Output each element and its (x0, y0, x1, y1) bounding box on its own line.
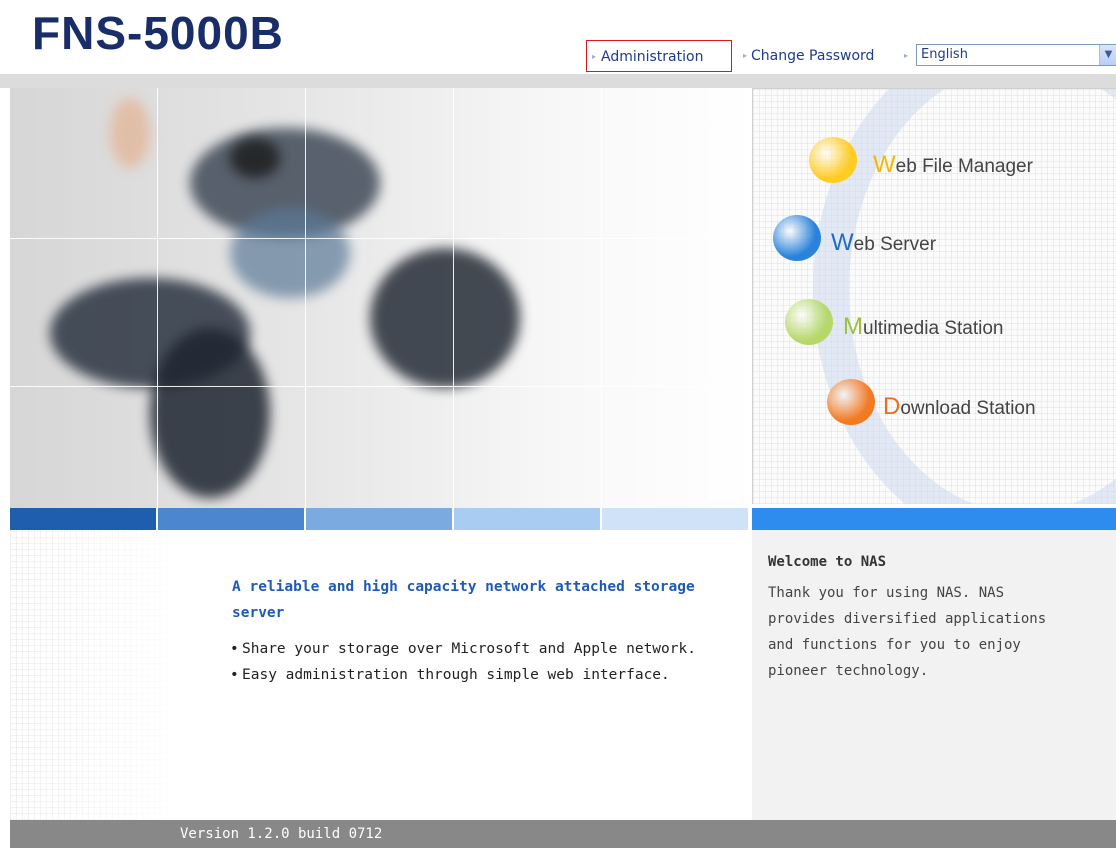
app-label-rest: ownload Station (900, 398, 1036, 419)
app-label: Web File Manager (873, 151, 1033, 179)
web-server-link[interactable]: Web Server (773, 215, 1073, 263)
product-tagline: A reliable and high capacity network att… (232, 579, 695, 621)
language-select[interactable]: English ▼ (916, 44, 1116, 66)
hero-banner-image (10, 88, 752, 508)
version-text: Version 1.2.0 build 0712 (180, 826, 383, 842)
welcome-text: Thank you for using NAS. NAS provides di… (768, 585, 1047, 679)
feature-text: Share your storage over Microsoft and Ap… (242, 641, 696, 657)
change-password-link[interactable]: ▸ Change Password (741, 40, 874, 72)
administration-label: Administration (601, 49, 704, 65)
header-divider (0, 74, 1116, 88)
administration-link[interactable]: ▸ Administration (586, 40, 732, 72)
color-bar-segment (158, 508, 304, 530)
color-bar-segment (10, 508, 156, 530)
list-item: • Easy administration through simple web … (230, 662, 730, 688)
welcome-title: Welcome to NAS (768, 554, 887, 570)
bullet-icon: • (230, 641, 239, 657)
color-bar-segment (454, 508, 600, 530)
app-initial: W (831, 229, 854, 256)
hero-figure (230, 208, 350, 298)
grid-line (453, 88, 454, 508)
header: FNS-5000B ▸ Administration ▸ Change Pass… (0, 0, 1116, 76)
arrow-right-icon: ▸ (904, 51, 909, 60)
hero-figure (110, 98, 150, 168)
feature-text: Easy administration through simple web i… (242, 667, 670, 683)
change-password-label: Change Password (751, 48, 875, 64)
chevron-down-icon[interactable]: ▼ (1099, 45, 1116, 65)
app-label-rest: ultimedia Station (863, 318, 1004, 339)
grid-line (157, 88, 158, 508)
color-bar-segment (306, 508, 452, 530)
grid-line (10, 386, 752, 387)
multimedia-station-link[interactable]: Multimedia Station (785, 299, 1105, 347)
orange-ball-icon (827, 379, 875, 425)
hero-figure (370, 248, 520, 388)
app-label: Download Station (883, 393, 1036, 421)
grid-line (305, 88, 306, 508)
feature-list: • Share your storage over Microsoft and A… (230, 636, 730, 688)
app-initial: W (873, 151, 896, 178)
app-initial: M (843, 313, 863, 340)
grid-line (10, 238, 752, 239)
app-label: Web Server (831, 229, 936, 257)
color-bar-segment (602, 508, 748, 530)
green-ball-icon (785, 299, 833, 345)
app-label-rest: eb File Manager (895, 156, 1033, 177)
arrow-right-icon: ▸ (743, 51, 748, 60)
list-item: • Share your storage over Microsoft and A… (230, 636, 730, 662)
product-logo: FNS-5000B (32, 7, 284, 59)
applications-panel: Web File Manager Web Server Multimedia S… (752, 88, 1116, 504)
blue-ball-icon (773, 215, 821, 261)
arrow-right-icon: ▸ (592, 52, 597, 61)
color-bar-segment (752, 508, 1116, 530)
grid-line (601, 88, 602, 508)
language-selected-value: English (921, 47, 968, 62)
download-station-link[interactable]: Download Station (827, 379, 1116, 427)
footer: Version 1.2.0 build 0712 (10, 820, 1116, 848)
app-label: Multimedia Station (843, 313, 1003, 341)
bullet-icon: • (230, 667, 239, 683)
yellow-ball-icon (809, 137, 857, 183)
hero-figure (150, 328, 270, 498)
web-file-manager-link[interactable]: Web File Manager (809, 137, 1109, 185)
color-bar (10, 508, 1116, 530)
hero-figure (230, 138, 280, 178)
app-initial: D (883, 393, 901, 420)
app-label-rest: eb Server (853, 234, 937, 255)
